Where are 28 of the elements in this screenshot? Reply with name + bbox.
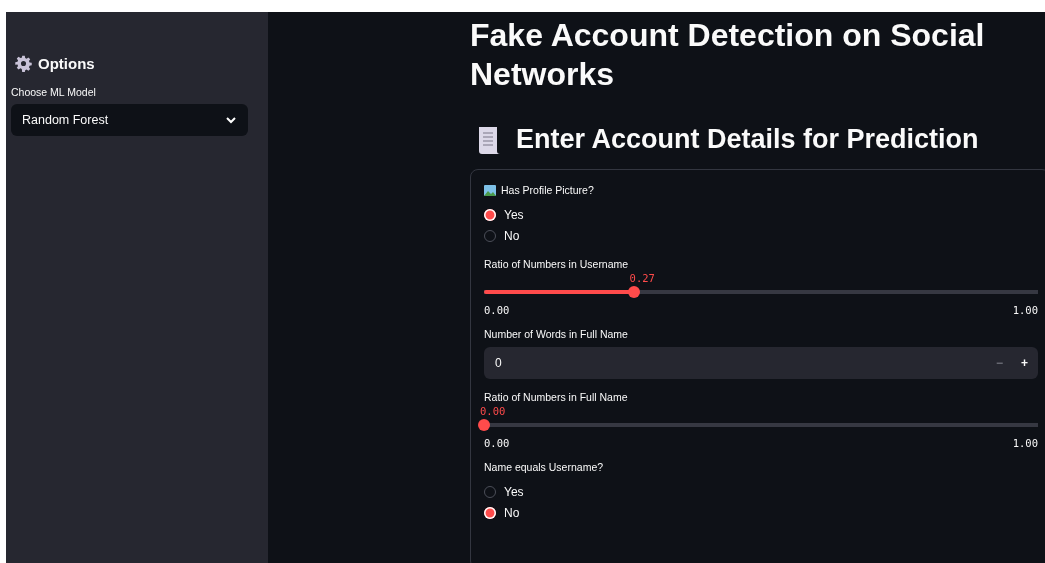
model-label: Choose ML Model [11, 86, 97, 98]
field-label: Ratio of Numbers in Full Name [484, 391, 628, 403]
radio-button[interactable] [484, 208, 496, 221]
section-heading: Enter Account Details for Prediction [516, 124, 979, 155]
model-select[interactable]: Random Forest [11, 104, 248, 136]
field-label: Ratio of Numbers in Username [484, 258, 629, 270]
slider-value: 0.00 [480, 405, 506, 417]
number-input[interactable]: 0 − + [484, 347, 1038, 379]
radio-label: No [504, 505, 520, 520]
field-label: Name equals Username? [484, 461, 604, 473]
radio-label: No [504, 228, 520, 243]
field-label: Number of Words in Full Name [484, 328, 628, 340]
slider-min: 0.00 [484, 437, 510, 449]
radio-label: Yes [504, 484, 524, 499]
gear-icon [15, 55, 32, 72]
slider-min: 0.00 [484, 304, 510, 316]
radio-label: Yes [504, 207, 524, 222]
slider-max: 1.00 [1012, 437, 1038, 449]
radio-button[interactable] [484, 506, 496, 519]
slider-value: 0.27 [629, 272, 655, 284]
increment-button[interactable]: + [1021, 356, 1028, 370]
field-label: Has Profile Picture? [501, 184, 594, 196]
slider-thumb[interactable] [627, 286, 640, 298]
slider-thumb[interactable] [478, 419, 490, 431]
sidebar-title: Options [38, 55, 95, 72]
page-title: Fake Account Detection on Social Networks [470, 16, 986, 94]
chevron-down-icon [226, 116, 236, 124]
slider-max: 1.00 [1012, 304, 1038, 316]
